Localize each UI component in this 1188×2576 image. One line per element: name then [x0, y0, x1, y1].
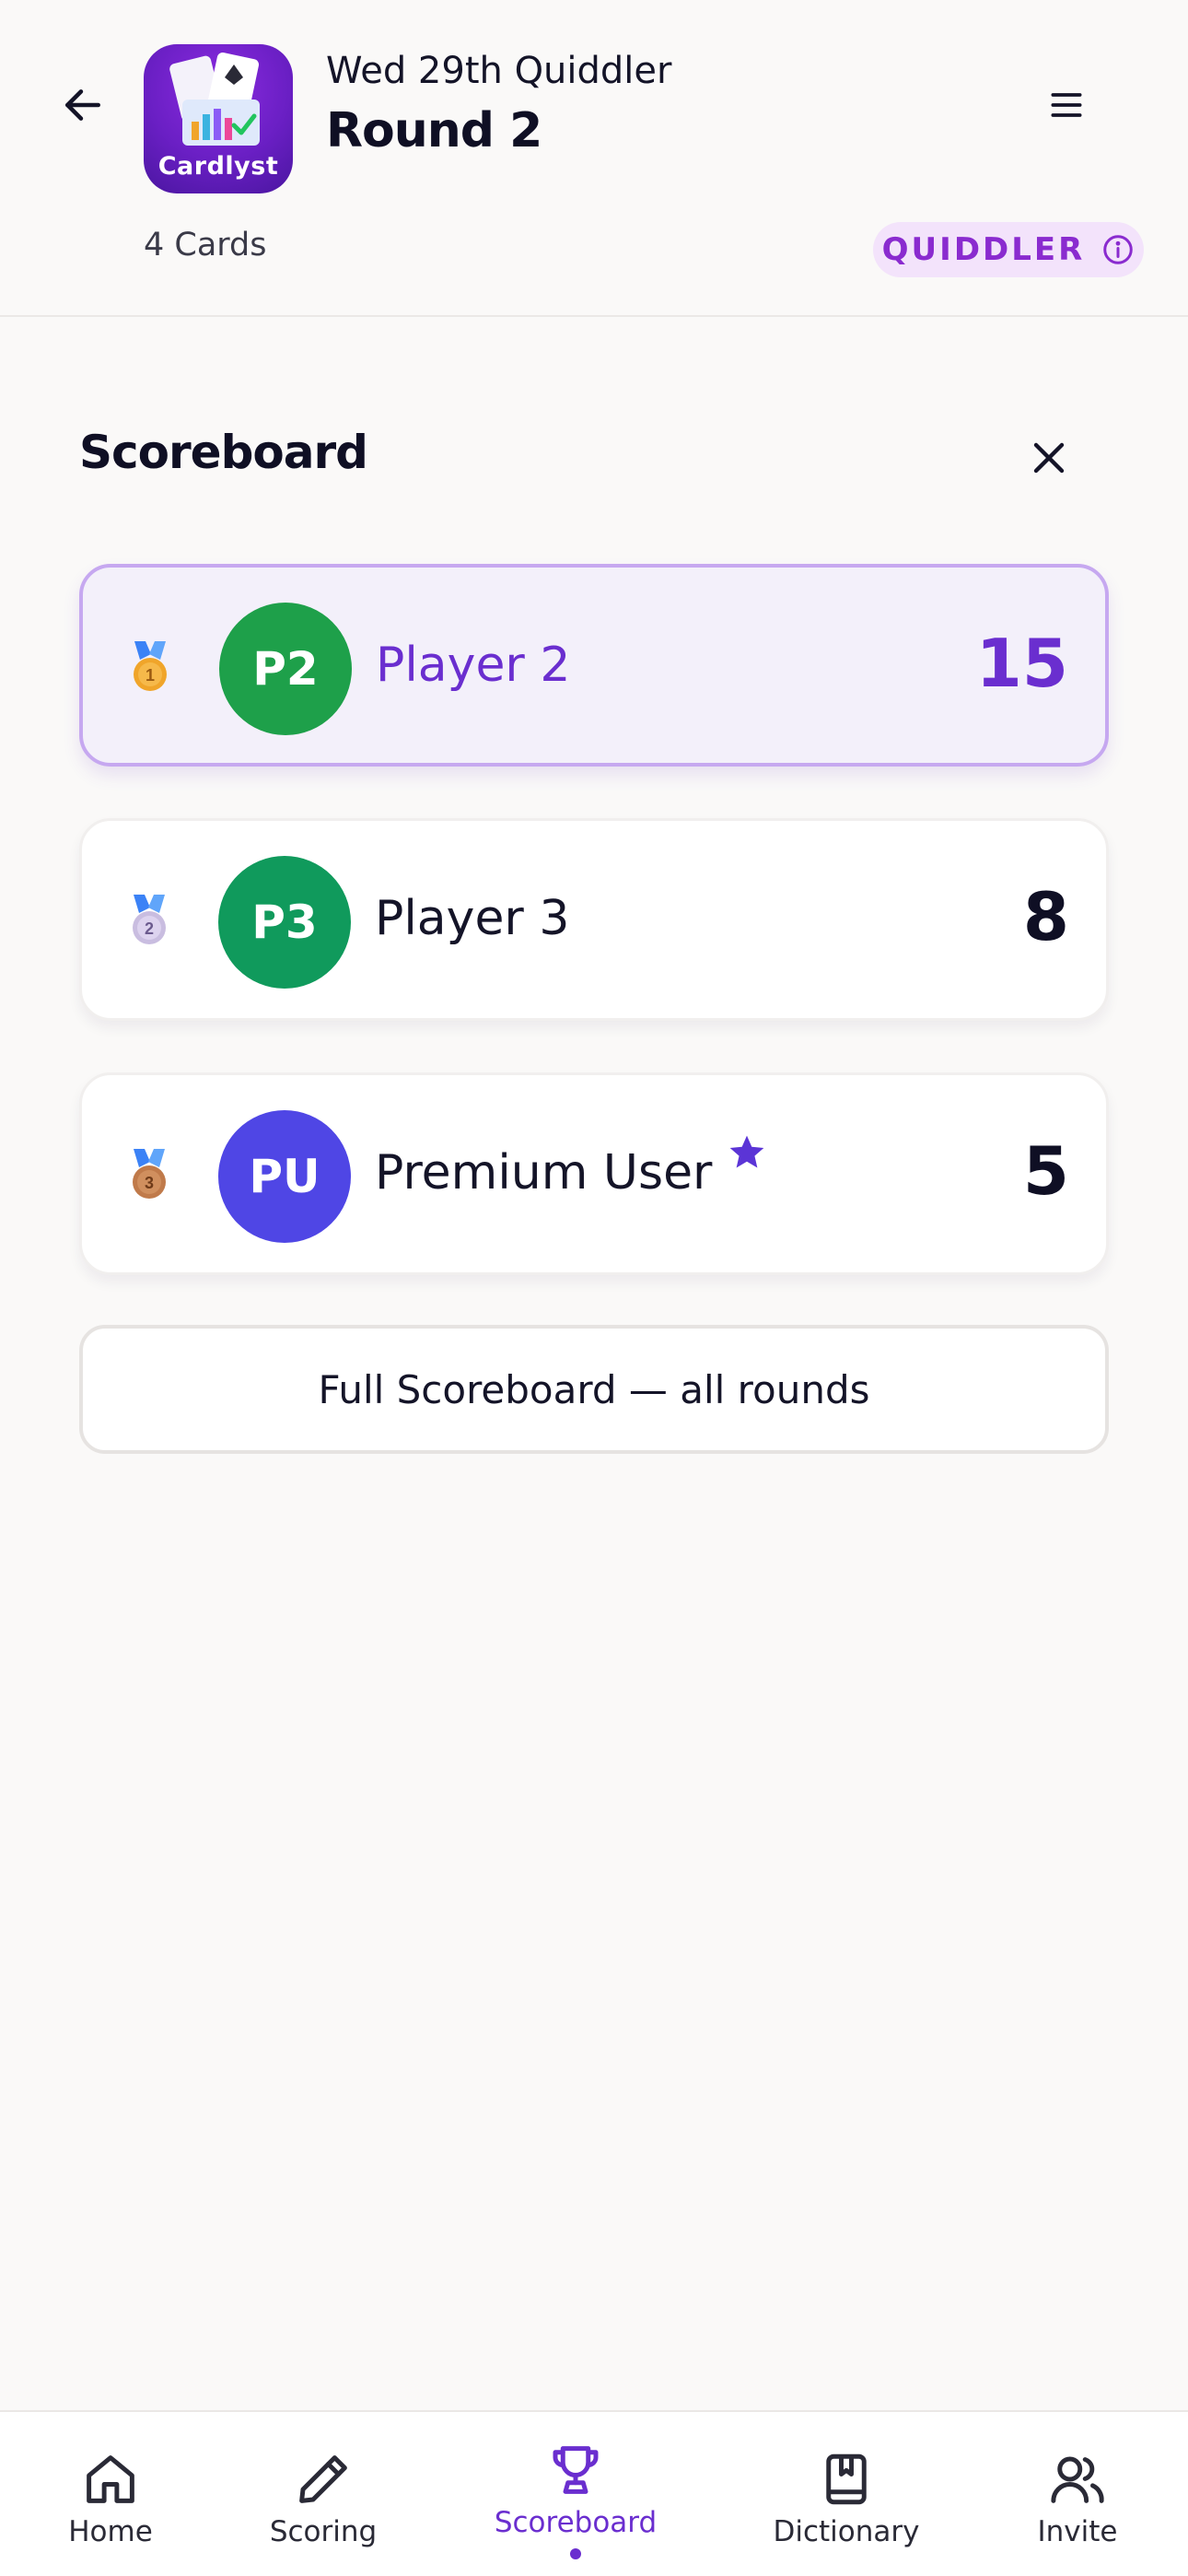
nav-label: Scoreboard [494, 2506, 658, 2539]
active-indicator-dot [570, 2548, 581, 2559]
game-type-badge[interactable]: QUIDDLER [873, 222, 1144, 277]
app-logo: Cardlyst [144, 44, 293, 193]
back-button[interactable] [53, 76, 112, 135]
arrow-left-icon [65, 89, 100, 121]
avatar: P2 [219, 603, 352, 735]
premium-star-icon [729, 1135, 764, 1168]
hamburger-menu-icon [1051, 93, 1082, 117]
close-icon [1033, 442, 1065, 474]
avatar: PU [218, 1110, 351, 1243]
nav-item-dictionary[interactable]: Dictionary [770, 2412, 923, 2576]
gold-medal-icon: 1 [134, 641, 167, 691]
game-title: Wed 29th Quiddler [326, 50, 672, 92]
game-badge-label: QUIDDLER [881, 231, 1086, 268]
medal-rank: 2 [145, 919, 154, 938]
home-icon [87, 2455, 134, 2503]
scoreboard-row[interactable]: 3 PU Premium User 5 [79, 1072, 1109, 1275]
nav-label: Invite [1037, 2515, 1118, 2548]
users-icon [1051, 2456, 1104, 2503]
trophy-icon [553, 2446, 599, 2494]
bottom-nav: Home Scoring Scoreboard Dictionary Invit… [0, 2410, 1188, 2576]
full-scoreboard-button[interactable]: Full Scoreboard — all rounds [79, 1325, 1109, 1454]
header: Cardlyst Wed 29th Quiddler Round 2 4 Car… [0, 0, 1188, 317]
scoreboard-title: Scoreboard [79, 426, 368, 479]
nav-item-scoreboard[interactable]: Scoreboard [488, 2412, 663, 2576]
nav-item-scoring[interactable]: Scoring [263, 2412, 383, 2576]
nav-label: Home [68, 2515, 153, 2548]
bronze-medal-icon: 3 [133, 1149, 166, 1199]
nav-label: Dictionary [773, 2515, 920, 2548]
player-score: 5 [1022, 1132, 1069, 1210]
medal-rank: 1 [146, 666, 155, 685]
player-name: Player 3 [375, 891, 570, 946]
medal-rank: 3 [145, 1174, 154, 1192]
player-score: 15 [975, 625, 1068, 702]
info-icon[interactable] [1101, 233, 1135, 266]
player-score: 8 [1022, 878, 1069, 955]
nav-item-home[interactable]: Home [55, 2412, 166, 2576]
scoreboard-row[interactable]: 2 P3 Player 3 8 [79, 818, 1109, 1021]
nav-item-invite[interactable]: Invite [1028, 2412, 1127, 2576]
close-button[interactable] [1019, 427, 1079, 488]
cards-count: 4 Cards [144, 227, 267, 263]
avatar: P3 [218, 856, 351, 989]
nav-label: Scoring [269, 2515, 378, 2548]
round-title: Round 2 [326, 103, 542, 158]
book-icon [826, 2453, 867, 2505]
player-name: Player 2 [376, 638, 571, 693]
scoreboard-row[interactable]: 1 P2 Player 2 15 [79, 564, 1109, 767]
menu-button[interactable] [1046, 77, 1087, 133]
pencil-icon [299, 2455, 347, 2503]
silver-medal-icon: 2 [133, 895, 166, 944]
app-logo-text: Cardlyst [157, 152, 279, 181]
player-name: Premium User [375, 1145, 713, 1200]
